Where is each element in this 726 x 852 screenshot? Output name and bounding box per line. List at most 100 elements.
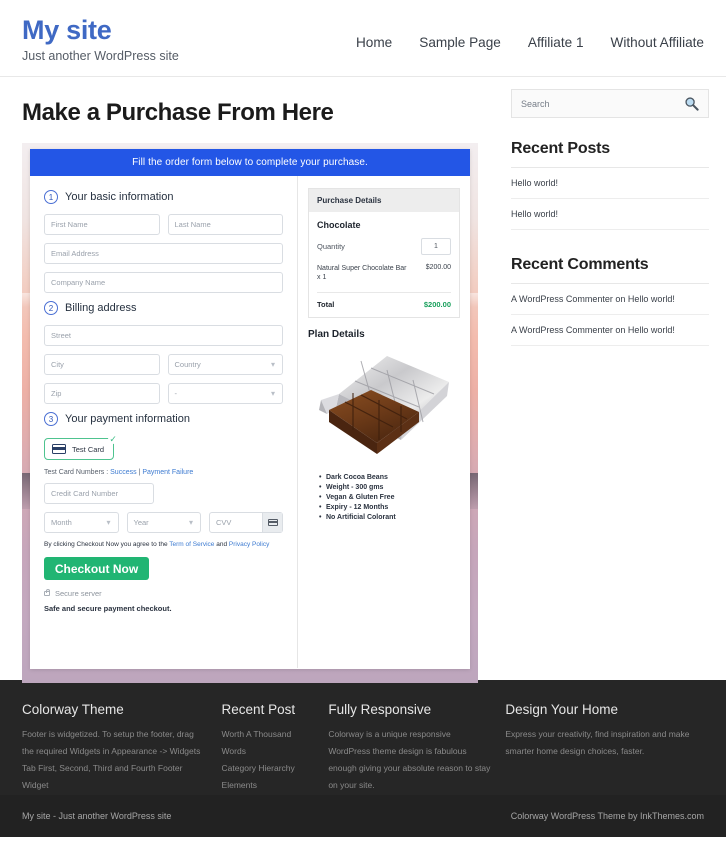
line-item-price: $200.00	[425, 264, 451, 271]
credit-card-number-input[interactable]: Credit Card Number	[44, 483, 154, 504]
city-country-row: City Country ▾	[44, 354, 283, 375]
step-2-label: Billing address	[65, 302, 137, 314]
test-card-prefix: Test Card Numbers :	[44, 469, 111, 476]
name-field-row: First Name Last Name	[44, 214, 283, 235]
street-input[interactable]: Street	[44, 325, 283, 346]
footer-widget-2-title: Recent Post	[221, 702, 296, 717]
primary-navigation: Home Sample Page Affiliate 1 Without Aff…	[356, 14, 704, 50]
cvv-card-icon	[262, 513, 282, 532]
search-input[interactable]: Search	[521, 99, 550, 109]
footer-widget-4: Design Your Home Express your creativity…	[505, 702, 704, 795]
email-field-row: Email Address	[44, 243, 283, 264]
form-backdrop-image: Fill the order form below to complete yo…	[22, 143, 478, 683]
chevron-down-icon: ▾	[106, 518, 111, 527]
footer-widget-3: Fully Responsive Colorway is a unique re…	[328, 702, 505, 795]
footer-widget-4-text: Express your creativity, find inspiratio…	[505, 729, 690, 756]
expiry-month-select[interactable]: Month ▾	[44, 512, 119, 533]
line-item-row: Natural Super Chocolate Bar x 1 $200.00	[317, 264, 451, 293]
expiry-year-value: Year	[133, 518, 149, 527]
main-content: Make a Purchase From Here Fill the order…	[0, 77, 500, 683]
first-name-input[interactable]: First Name	[44, 214, 160, 235]
site-header: My site Just another WordPress site Home…	[0, 0, 726, 77]
total-value: $200.00	[423, 299, 451, 309]
country-select[interactable]: Country ▾	[167, 354, 283, 375]
recent-comment-link[interactable]: A WordPress Commenter on Hello world!	[511, 294, 675, 304]
order-form-banner: Fill the order form below to complete yo…	[30, 149, 470, 176]
checkout-now-button[interactable]: Checkout Now	[44, 557, 149, 580]
nav-item-without-affiliate[interactable]: Without Affiliate	[611, 35, 704, 50]
state-select[interactable]: - ▾	[167, 383, 283, 404]
footer-list-item[interactable]: Worth A Thousand Words	[222, 726, 315, 760]
recent-comment-link[interactable]: A WordPress Commenter on Hello world!	[511, 325, 675, 335]
step-1-header: 1 Your basic information	[44, 190, 283, 204]
chevron-down-icon: ▾	[270, 389, 275, 398]
total-row: Total $200.00	[317, 300, 451, 309]
expiry-cvv-row: Month ▾ Year ▾ CVV	[44, 512, 283, 533]
quantity-label: Quantity	[317, 242, 345, 251]
footer-list-item[interactable]: Category Hierarchy	[222, 760, 315, 777]
list-item[interactable]: A WordPress Commenter on Hello world!	[511, 315, 709, 346]
nav-item-home[interactable]: Home	[356, 35, 392, 50]
expiry-month-value: Month	[51, 518, 72, 527]
footer-credit[interactable]: Colorway WordPress Theme by InkThemes.co…	[511, 811, 704, 821]
recent-posts-title: Recent Posts	[511, 140, 709, 168]
state-select-value: -	[174, 389, 178, 398]
country-select-value: Country	[174, 360, 201, 369]
plan-feature-item: Vegan & Gluten Free	[319, 494, 460, 501]
line-item-description: Natural Super Chocolate Bar x 1	[317, 265, 407, 282]
site-branding: My site Just another WordPress site	[22, 14, 179, 64]
site-title[interactable]: My site	[22, 16, 179, 45]
footer-bottom-bar: My site - Just another WordPress site Co…	[0, 795, 726, 837]
lock-icon	[44, 589, 50, 596]
cvv-input[interactable]: CVV	[209, 512, 283, 533]
quantity-input[interactable]: 1	[421, 238, 451, 255]
footer-widget-3-title: Fully Responsive	[328, 702, 432, 717]
last-name-input[interactable]: Last Name	[167, 214, 283, 235]
site-footer: Colorway Theme Footer is widgetized. To …	[0, 680, 726, 795]
nav-item-sample-page[interactable]: Sample Page	[419, 35, 501, 50]
list-item[interactable]: A WordPress Commenter on Hello world!	[511, 284, 709, 315]
test-card-failure-link[interactable]: Payment Failure	[142, 469, 193, 476]
recent-post-link[interactable]: Hello world!	[511, 178, 558, 188]
company-name-input[interactable]: Company Name	[44, 272, 283, 293]
test-card-label: Test Card	[72, 444, 105, 454]
order-form-card: Fill the order form below to complete yo…	[30, 149, 470, 669]
product-name: Chocolate	[317, 220, 361, 230]
plan-feature-item: No Artificial Colorant	[319, 514, 460, 521]
quantity-row: Quantity 1	[317, 238, 451, 255]
chevron-down-icon: ▾	[188, 518, 193, 527]
step-3-number: 3	[44, 412, 58, 426]
search-widget[interactable]: Search	[511, 89, 709, 118]
plan-feature-item: Expiry - 12 Months	[319, 504, 460, 511]
site-tagline: Just another WordPress site	[22, 49, 179, 64]
plan-feature-item: Dark Cocoa Beans	[319, 474, 460, 481]
step-2-header: 2 Billing address	[44, 301, 283, 315]
recent-post-link[interactable]: Hello world!	[511, 209, 558, 219]
purchase-details-body: Chocolate Quantity 1 Natural Super Choco…	[309, 212, 459, 317]
step-3-header: 3 Your payment information	[44, 412, 283, 426]
footer-widget-1-text: Footer is widgetized. To setup the foote…	[22, 729, 201, 790]
email-input[interactable]: Email Address	[44, 243, 283, 264]
search-icon[interactable]	[684, 96, 699, 111]
city-input[interactable]: City	[44, 354, 160, 375]
list-item[interactable]: Hello world!	[511, 199, 709, 230]
footer-widget-2: Recent Post Worth A Thousand Words Categ…	[222, 702, 329, 795]
secure-server-row: Secure server	[44, 589, 283, 598]
test-card-option[interactable]: Test Card ✓	[44, 434, 119, 460]
recent-posts-list: Hello world! Hello world!	[511, 168, 709, 230]
list-item[interactable]: Hello world!	[511, 168, 709, 199]
expiry-year-select[interactable]: Year ▾	[126, 512, 201, 533]
safe-checkout-note: Safe and secure payment checkout.	[44, 604, 172, 613]
privacy-policy-link[interactable]: Privacy Policy	[229, 541, 269, 548]
footer-widget-4-title: Design Your Home	[505, 702, 618, 717]
footer-list-item[interactable]: Elements	[222, 777, 315, 794]
credit-card-icon	[52, 444, 66, 454]
zip-input[interactable]: Zip	[44, 383, 160, 404]
cvv-placeholder-text: CVV	[216, 518, 232, 527]
test-card-success-link[interactable]: Success	[110, 469, 136, 476]
terms-mid: and	[214, 541, 229, 548]
total-label: Total	[317, 299, 335, 309]
terms-of-service-link[interactable]: Term of Service	[169, 541, 214, 548]
footer-recent-post-list: Worth A Thousand Words Category Hierarch…	[222, 726, 315, 794]
nav-item-affiliate-1[interactable]: Affiliate 1	[528, 35, 584, 50]
